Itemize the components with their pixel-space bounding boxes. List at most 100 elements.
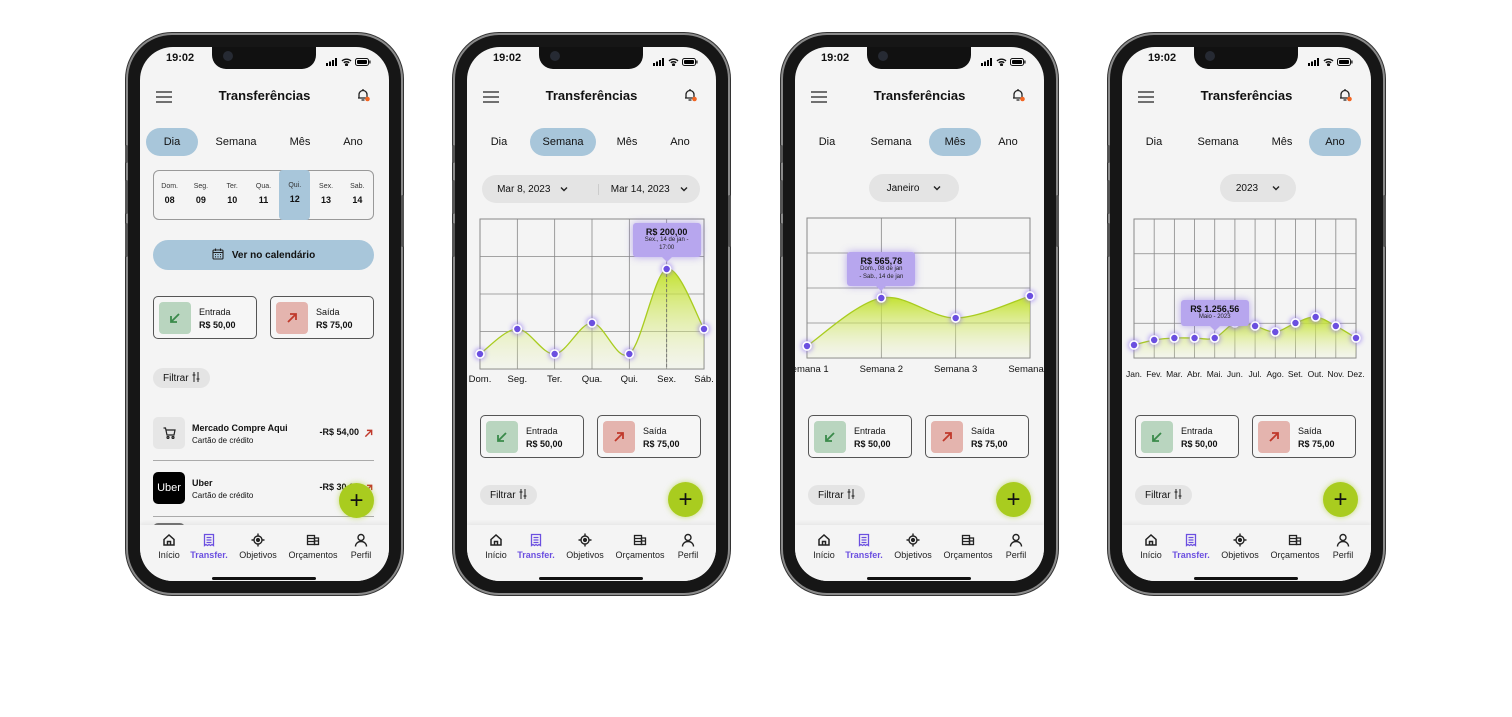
arrow-down-left-icon xyxy=(814,421,846,453)
expense-card[interactable]: Saída R$ 75,00 xyxy=(270,296,374,339)
day-cell[interactable]: Dom. 08 xyxy=(154,171,185,219)
tab-mes[interactable]: Mês xyxy=(1256,128,1308,156)
tab-dia[interactable]: Dia xyxy=(801,128,853,156)
notification-bell-icon[interactable] xyxy=(683,88,697,107)
expense-card[interactable]: Saída R$ 75,00 xyxy=(597,415,701,458)
filter-button[interactable]: Filtrar xyxy=(153,368,210,388)
filter-button[interactable]: Filtrar xyxy=(808,485,865,505)
day-name: Seg. xyxy=(193,183,209,190)
add-transaction-button[interactable]: + xyxy=(668,482,703,517)
nav-user[interactable]: Perfil xyxy=(988,533,1044,560)
receipt-icon xyxy=(508,533,564,547)
tab-mes[interactable]: Mês xyxy=(929,128,981,156)
transaction-item[interactable]: Mercado Compre Aqui Cartão de crédito -R… xyxy=(153,417,374,449)
add-transaction-button[interactable]: + xyxy=(339,483,374,518)
income-card[interactable]: Entrada R$ 50,00 xyxy=(480,415,584,458)
volume-down-button xyxy=(452,223,455,257)
day-name: Dom. xyxy=(161,183,178,190)
expense-value: R$ 75,00 xyxy=(971,439,1008,449)
day-cell[interactable]: Seg. 09 xyxy=(185,171,216,219)
tab-semana[interactable]: Semana xyxy=(865,128,917,156)
notification-bell-icon[interactable] xyxy=(1011,88,1025,107)
power-button xyxy=(1383,195,1386,247)
filter-button[interactable]: Filtrar xyxy=(1135,485,1192,505)
data-point xyxy=(549,349,560,359)
receipt-icon xyxy=(181,533,237,547)
day-cell[interactable]: Ter. 10 xyxy=(217,171,248,219)
tooltip-value: R$ 200,00 xyxy=(645,227,688,237)
nav-receipt[interactable]: Transfer. xyxy=(181,533,237,560)
transaction-method: Cartão de crédito xyxy=(192,436,254,445)
home-indicator xyxy=(212,577,316,580)
home-indicator xyxy=(539,577,643,580)
income-label: Entrada xyxy=(854,426,886,436)
nav-target[interactable]: Objetivos xyxy=(230,533,286,560)
data-point xyxy=(1250,321,1260,331)
income-card[interactable]: Entrada R$ 50,00 xyxy=(1135,415,1239,458)
tab-semana[interactable]: Semana xyxy=(1192,128,1244,156)
nav-receipt[interactable]: Transfer. xyxy=(508,533,564,560)
filter-label: Filtrar xyxy=(490,489,516,501)
date-to-select[interactable]: Mar 14, 2023 xyxy=(597,183,701,195)
tab-mes[interactable]: Mês xyxy=(274,128,326,156)
page-title: Transferências xyxy=(545,88,638,103)
day-cell[interactable]: Qua. 11 xyxy=(248,171,279,219)
front-camera xyxy=(550,51,560,61)
expense-card[interactable]: Saída R$ 75,00 xyxy=(1252,415,1356,458)
tab-semana[interactable]: Semana xyxy=(530,128,596,156)
tab-dia[interactable]: Dia xyxy=(1128,128,1180,156)
tab-dia[interactable]: Dia xyxy=(473,128,525,156)
tab-dia[interactable]: Dia xyxy=(146,128,198,156)
tab-mes[interactable]: Mês xyxy=(601,128,653,156)
tab-ano[interactable]: Ano xyxy=(982,128,1034,156)
x-tick-label: Out. xyxy=(1307,369,1324,379)
line-chart: Jan. Fev. Mar. Abr. Mai. Jun. Jul. Ago. Set. Out.… xyxy=(1126,218,1365,379)
x-tick-label: Nov. xyxy=(1327,369,1345,379)
chevron-down-icon xyxy=(933,183,941,194)
add-transaction-button[interactable]: + xyxy=(996,482,1031,517)
day-number: 13 xyxy=(321,195,332,205)
income-card[interactable]: Entrada R$ 50,00 xyxy=(808,415,912,458)
add-transaction-button[interactable]: + xyxy=(1323,482,1358,517)
volume-down-button xyxy=(1107,223,1110,257)
target-icon xyxy=(230,533,286,547)
page-title: Transferências xyxy=(218,88,311,103)
expense-card[interactable]: Saída R$ 75,00 xyxy=(925,415,1029,458)
nav-receipt[interactable]: Transfer. xyxy=(1163,533,1219,560)
x-tick-label: Ago. xyxy=(1266,369,1285,379)
year-select[interactable]: 2023 xyxy=(1220,174,1296,202)
tab-semana[interactable]: Semana xyxy=(210,128,262,156)
phone-mockup-week: 19:02 Transferências Dia Semana Mês Ano Ent… xyxy=(452,35,731,593)
date-from-select[interactable]: Mar 8, 2023 xyxy=(482,184,584,195)
day-cell[interactable]: Sex. 13 xyxy=(310,171,341,219)
day-cell[interactable]: Qui. 12 xyxy=(279,170,311,220)
tab-ano[interactable]: Ano xyxy=(654,128,706,156)
nav-user[interactable]: Perfil xyxy=(660,533,716,560)
nav-target[interactable]: Objetivos xyxy=(557,533,613,560)
view-calendar-button[interactable]: Ver no calendário xyxy=(153,240,374,270)
x-tick-label: Qua. xyxy=(581,374,603,385)
nav-receipt[interactable]: Transfer. xyxy=(836,533,892,560)
front-camera xyxy=(878,51,888,61)
month-select[interactable]: Janeiro xyxy=(869,174,959,202)
nav-label: Início xyxy=(158,550,180,560)
data-point xyxy=(1189,333,1200,343)
filter-button[interactable]: Filtrar xyxy=(480,485,537,505)
x-tick-label: Sáb. xyxy=(694,374,714,385)
nav-user[interactable]: Perfil xyxy=(333,533,389,560)
tab-ano[interactable]: Ano xyxy=(1309,128,1361,156)
nav-target[interactable]: Objetivos xyxy=(1212,533,1268,560)
tab-ano[interactable]: Ano xyxy=(327,128,379,156)
x-tick-label: Ter. xyxy=(547,374,563,385)
tooltip-value: R$ 565,78 xyxy=(860,255,903,266)
x-tick-label: Abr. xyxy=(1186,369,1203,379)
day-cell[interactable]: Sab. 14 xyxy=(342,171,373,219)
notification-bell-icon[interactable] xyxy=(356,88,370,107)
notification-bell-icon[interactable] xyxy=(1338,88,1352,107)
nav-label: Objetivos xyxy=(1221,550,1259,560)
status-time: 19:02 xyxy=(1148,52,1177,64)
cart-icon xyxy=(153,417,185,449)
income-card[interactable]: Entrada R$ 50,00 xyxy=(153,296,257,339)
nav-user[interactable]: Perfil xyxy=(1315,533,1371,560)
nav-target[interactable]: Objetivos xyxy=(885,533,941,560)
